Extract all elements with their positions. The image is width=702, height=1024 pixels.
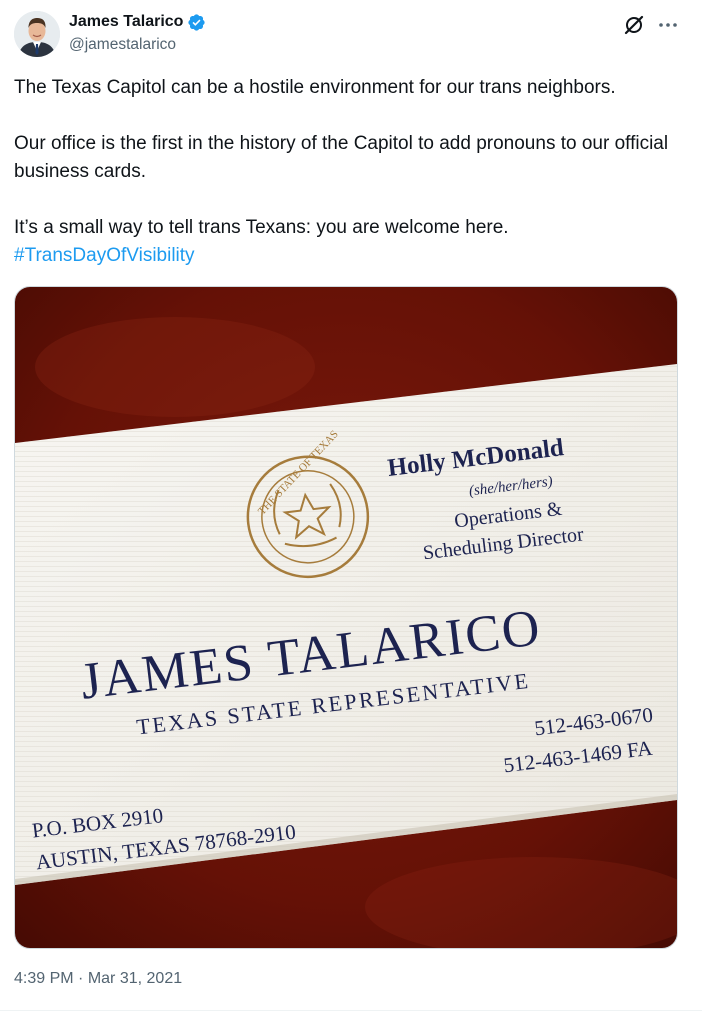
author-display-name[interactable]: James Talarico bbox=[69, 13, 183, 31]
avatar-image bbox=[14, 11, 60, 57]
hashtag-link[interactable]: #TransDayOfVisibility bbox=[14, 245, 195, 266]
tweet-paragraph: The Texas Capitol can be a hostile envir… bbox=[14, 77, 616, 98]
timestamp-row: 4:39 PM · Mar 31, 2021 bbox=[14, 970, 182, 988]
divider bbox=[0, 1010, 702, 1011]
verified-badge-icon bbox=[187, 13, 206, 32]
tweet: James Talarico @jamestalarico The Texas … bbox=[0, 0, 702, 1024]
more-options-icon[interactable] bbox=[656, 13, 680, 37]
business-card-photo: THE STATE OF TEXAS Holly McDonald (she/h… bbox=[15, 287, 677, 948]
tweet-time-link[interactable]: 4:39 PM bbox=[14, 970, 74, 987]
timestamp-separator: · bbox=[78, 970, 84, 987]
tweet-photo[interactable]: THE STATE OF TEXAS Holly McDonald (she/h… bbox=[14, 286, 678, 949]
tweet-date-link[interactable]: Mar 31, 2021 bbox=[88, 970, 182, 987]
avatar[interactable] bbox=[14, 11, 60, 57]
tweet-paragraph: Our office is the first in the history o… bbox=[14, 133, 669, 182]
tweet-paragraph: It’s a small way to tell trans Texans: y… bbox=[14, 217, 509, 238]
grok-icon[interactable] bbox=[622, 13, 646, 37]
tweet-text: The Texas Capitol can be a hostile envir… bbox=[14, 74, 686, 270]
author-handle[interactable]: @jamestalarico bbox=[69, 36, 206, 54]
business-card: THE STATE OF TEXAS Holly McDonald (she/h… bbox=[15, 364, 677, 885]
author-block: James Talarico @jamestalarico bbox=[69, 11, 206, 54]
